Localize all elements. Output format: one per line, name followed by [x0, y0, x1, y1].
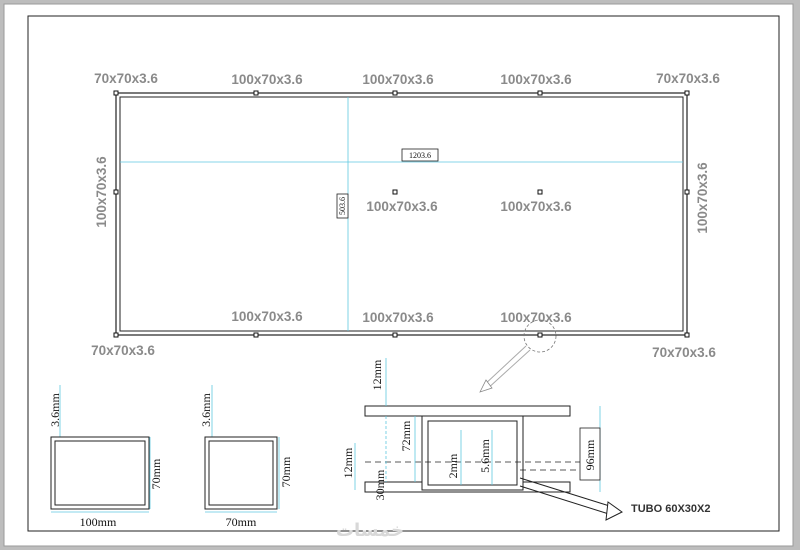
detail-bottom-gap: 30mm: [373, 469, 387, 500]
section-a-thickness: 3.6mm: [48, 393, 62, 427]
label-bottom-3: 100x70x3.6: [500, 310, 572, 325]
label-corner-top-right: 70x70x3.6: [656, 71, 720, 86]
section-b-width: 70mm: [226, 515, 257, 529]
label-right-side: 100x70x3.6: [695, 162, 710, 234]
label-top-2: 100x70x3.6: [362, 72, 434, 87]
label-corner-bottom-right: 70x70x3.6: [652, 345, 716, 360]
section-b-thickness: 3.6mm: [199, 393, 213, 427]
label-top-1: 100x70x3.6: [231, 72, 303, 87]
label-middle-1: 100x70x3.6: [366, 199, 438, 214]
section-b-height: 70mm: [279, 456, 293, 487]
detail-wall: 2mm: [446, 453, 460, 478]
section-a-height: 70mm: [149, 458, 163, 489]
label-bottom-1: 100x70x3.6: [231, 309, 303, 324]
label-middle-2: 100x70x3.6: [500, 199, 572, 214]
tubo-callout: TUBO 60X30X2: [631, 503, 710, 515]
label-left-side: 100x70x3.6: [94, 156, 109, 228]
detail-inner-height: 72mm: [399, 420, 413, 451]
label-corner-top-left: 70x70x3.6: [94, 71, 158, 86]
detail-left-gap: 12mm: [341, 447, 355, 478]
detail-wall2: 5.6mm: [478, 439, 492, 473]
detail-top-gap: 12mm: [370, 359, 384, 390]
dim-height-box: 503.6: [336, 193, 349, 219]
label-corner-bottom-left: 70x70x3.6: [91, 343, 155, 358]
drawing-canvas: 1203.6 503.6 70x70x3.6 100x70x3.6 100x70…: [3, 3, 794, 547]
watermark-text: خمسات: [336, 520, 404, 541]
section-a-width: 100mm: [80, 515, 117, 529]
detail-total-height: 96mm: [583, 439, 597, 470]
dim-width-box: 1203.6: [401, 148, 439, 162]
frame-height-dim: 503.6: [338, 197, 347, 215]
frame-width-dim: 1203.6: [409, 151, 431, 160]
label-top-3: 100x70x3.6: [500, 72, 572, 87]
label-bottom-2: 100x70x3.6: [362, 310, 434, 325]
